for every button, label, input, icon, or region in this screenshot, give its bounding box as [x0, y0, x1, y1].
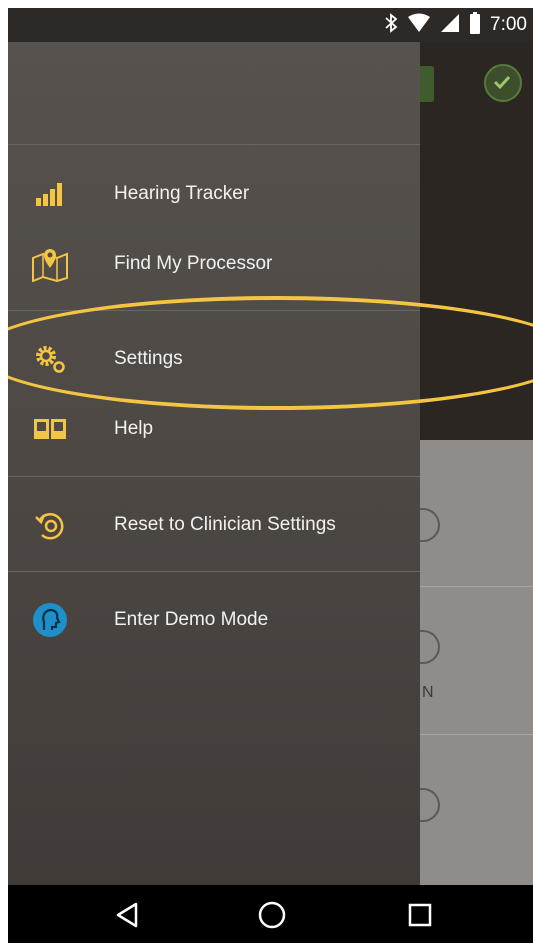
menu-item-label: Enter Demo Mode — [114, 609, 269, 630]
menu-item-find-my-processor[interactable]: Find My Processor — [8, 233, 420, 295]
signal-bars-icon — [30, 174, 70, 214]
status-time: 7:00 — [490, 14, 527, 35]
bluetooth-icon — [384, 12, 398, 38]
menu-item-enter-demo-mode[interactable]: Enter Demo Mode — [8, 589, 420, 651]
book-icon — [30, 409, 70, 449]
map-pin-icon — [30, 244, 70, 284]
system-nav-bar — [8, 885, 533, 943]
home-icon[interactable] — [256, 899, 288, 931]
drawer-divider — [8, 144, 420, 145]
cell-signal-icon — [440, 13, 460, 38]
background-battery-icon — [418, 66, 434, 102]
demo-head-icon — [30, 600, 70, 640]
app-screen: N 7:00 Hearing Tracker Find My Processor… — [8, 8, 533, 943]
menu-item-hearing-tracker[interactable]: Hearing Tracker — [8, 163, 420, 225]
drawer-header — [8, 42, 420, 144]
recents-icon[interactable] — [404, 899, 436, 931]
drawer-divider — [8, 476, 420, 477]
back-icon[interactable] — [111, 899, 143, 931]
battery-icon — [469, 11, 481, 39]
menu-item-label: Find My Processor — [114, 253, 273, 274]
background-divider — [420, 734, 533, 735]
menu-item-label: Help — [114, 418, 154, 439]
menu-item-reset-to-clinician-settings[interactable]: Reset to Clinician Settings — [8, 494, 420, 556]
reset-icon — [30, 505, 70, 545]
navigation-drawer: Hearing Tracker Find My Processor Settin… — [8, 42, 420, 885]
background-divider — [420, 586, 533, 587]
menu-item-label: Hearing Tracker — [114, 183, 250, 204]
menu-item-label: Reset to Clinician Settings — [114, 514, 336, 535]
wifi-icon — [407, 13, 431, 38]
background-partial-text: N — [422, 684, 434, 701]
background-check-icon — [484, 64, 522, 102]
settings-highlight-annotation — [8, 296, 533, 410]
status-bar: 7:00 — [8, 8, 533, 42]
drawer-divider — [8, 571, 420, 572]
